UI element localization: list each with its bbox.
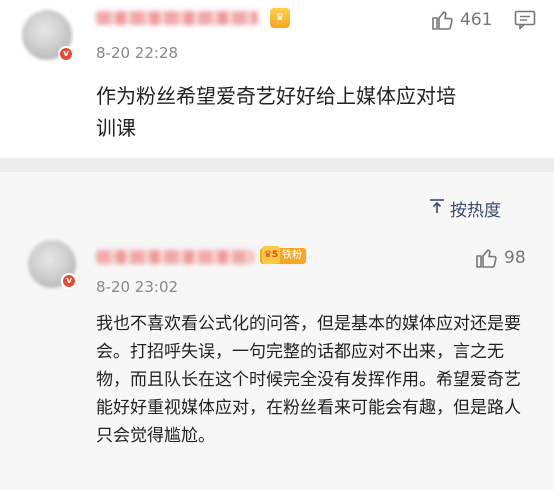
thumbs-up-icon xyxy=(430,8,454,32)
sort-by-hot-button[interactable]: 按热度 xyxy=(428,196,501,221)
fan-crown-icon: ♛5 xyxy=(262,246,280,264)
comment-like-button[interactable]: 98 xyxy=(474,246,526,270)
comments-section: 按热度 v ♛5 铁粉 8-20 23:02 98 我也不喜欢看公式化的问答，但… xyxy=(0,172,554,490)
member-crown-icon: ♛ xyxy=(270,8,290,28)
comment-icon[interactable] xyxy=(514,10,536,34)
thumbs-up-icon xyxy=(474,246,498,270)
post-like-button[interactable]: 461 xyxy=(430,8,492,32)
post-text: 作为粉丝希望爱奇艺好好给上媒体应对培训课 xyxy=(96,84,456,140)
post-like-count: 461 xyxy=(460,10,493,30)
section-divider xyxy=(0,158,554,172)
post-card: v ♛ 8-20 22:28 461 作为粉丝希望爱奇艺好好给上媒体应对培训课 xyxy=(0,0,554,158)
comment-time: 8-20 23:02 xyxy=(96,278,179,296)
comment-like-count: 98 xyxy=(504,248,526,268)
comment-text: 我也不喜欢看公式化的问答，但是基本的媒体应对还是要会。打招呼失误，一句完整的话都… xyxy=(96,314,521,446)
post-time: 8-20 22:28 xyxy=(96,44,179,62)
post-username[interactable] xyxy=(96,11,258,25)
fan-label: 铁粉 xyxy=(282,250,302,261)
sort-label: 按热度 xyxy=(450,201,501,221)
sort-icon xyxy=(428,197,446,220)
fan-level: 5 xyxy=(271,250,279,260)
verified-badge: v xyxy=(61,273,77,289)
comment-username[interactable] xyxy=(96,250,254,264)
verified-badge: v xyxy=(58,46,74,62)
fan-badge: ♛5 铁粉 xyxy=(260,246,306,264)
